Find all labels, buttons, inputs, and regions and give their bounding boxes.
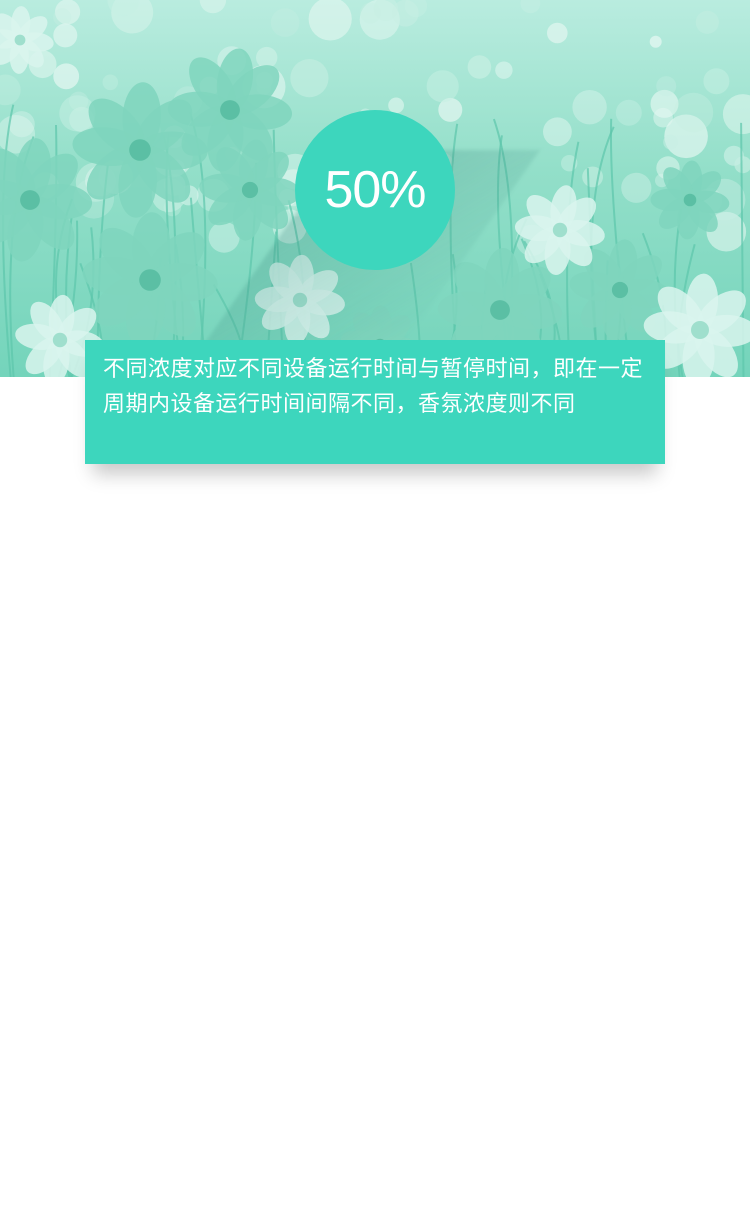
description-text: 不同浓度对应不同设备运行时间与暂停时间，即在一定周期内设备运行时间间隔不同，香氛… — [103, 357, 644, 417]
concentration-value: 50% — [324, 161, 426, 219]
concentration-badge: 50% — [295, 110, 455, 270]
hero-image: 50% — [0, 0, 750, 377]
description-card: 不同浓度对应不同设备运行时间与暂停时间，即在一定周期内设备运行时间间隔不同，香氛… — [85, 340, 665, 464]
